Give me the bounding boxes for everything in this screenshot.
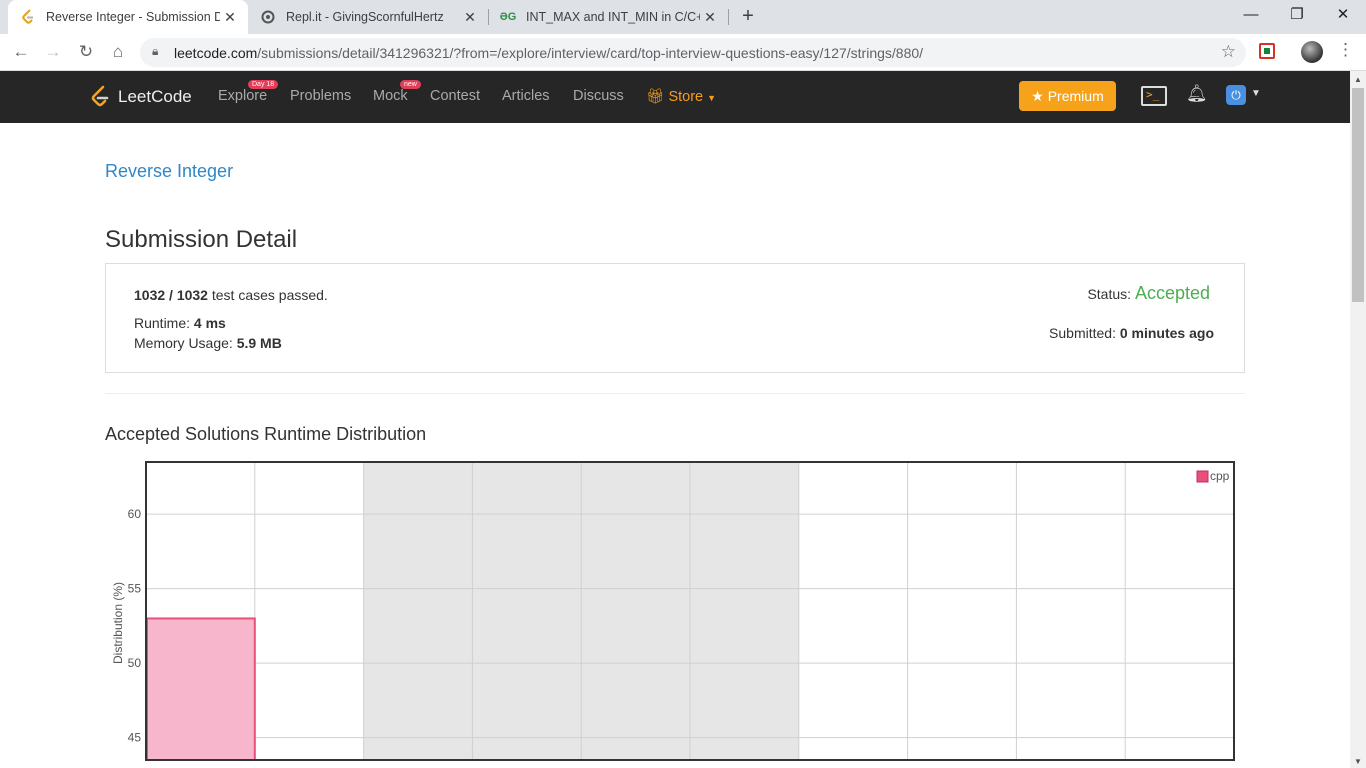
legend-label: cpp xyxy=(1210,469,1230,483)
runtime-row: Runtime: 4 ms xyxy=(134,315,226,331)
section-divider xyxy=(105,393,1245,394)
status-value: Accepted xyxy=(1134,283,1210,303)
nav-problems[interactable]: Problems xyxy=(290,88,351,104)
leetcode-logo[interactable]: LeetCode xyxy=(90,85,192,109)
premium-label: Premium xyxy=(1047,88,1104,104)
url-domain: leetcode.com xyxy=(174,45,258,61)
shaded-column xyxy=(363,462,473,760)
submitted-label: Submitted: xyxy=(1049,325,1116,341)
leetcode-icon xyxy=(20,9,36,25)
gift-icon: 🎁︎ xyxy=(646,89,665,105)
gfg-icon: ƏG xyxy=(499,11,517,23)
shaded-column xyxy=(581,462,690,760)
page-scrollbar[interactable]: ▲ ▼ xyxy=(1350,71,1366,768)
tab-title: Reverse Integer - Submission Det xyxy=(46,10,220,24)
status-label: Status: xyxy=(1087,286,1132,302)
nav-mock-label: Mock xyxy=(373,88,408,104)
close-tab-icon[interactable]: ✕ xyxy=(220,9,240,26)
submitted-row: Submitted: 0 minutes ago xyxy=(1049,325,1214,341)
passed-count: 1032 xyxy=(134,287,166,303)
lock-icon: 🔒︎ xyxy=(152,44,159,58)
problem-link[interactable]: Reverse Integer xyxy=(105,161,233,182)
url-path: /submissions/detail/341296321/?from=/exp… xyxy=(257,45,924,61)
back-icon[interactable]: ← xyxy=(9,40,33,64)
test-cases-summary: 1032 / 1032 test cases passed. xyxy=(134,287,328,303)
status-row: Status: Accepted xyxy=(1087,283,1210,304)
passed-suffix: test cases passed. xyxy=(211,287,328,303)
home-icon[interactable]: ⌂ xyxy=(106,40,130,64)
nav-store[interactable]: 🎁︎ Store ▼ xyxy=(646,88,716,105)
new-tab-icon[interactable]: + xyxy=(737,5,759,29)
scrollbar-thumb[interactable] xyxy=(1352,88,1364,302)
browser-tab[interactable]: ƏG INT_MAX and INT_MIN in C/C++ ✕ xyxy=(488,0,728,34)
close-tab-icon[interactable]: ✕ xyxy=(460,9,480,26)
notification-bell-icon[interactable]: 🔔︎ xyxy=(1186,84,1208,104)
submission-detail-box: 1032 / 1032 test cases passed. Runtime: … xyxy=(105,263,1245,373)
tab-separator xyxy=(728,9,729,25)
y-tick-label: 50 xyxy=(128,656,142,670)
replit-icon xyxy=(260,9,276,25)
browser-tab[interactable]: Repl.it - GivingScornfulHertz ✕ xyxy=(248,0,488,34)
nav-store-label: Store xyxy=(668,89,704,105)
memory-label: Memory Usage: xyxy=(134,335,233,351)
scroll-up-icon[interactable]: ▲ xyxy=(1354,75,1362,84)
tab-title: INT_MAX and INT_MIN in C/C++ xyxy=(526,10,700,24)
shaded-column xyxy=(472,462,582,760)
menu-kebab-icon[interactable]: ⋮ xyxy=(1337,40,1354,60)
profile-avatar[interactable] xyxy=(1301,41,1323,63)
reload-icon[interactable]: ↻ xyxy=(74,40,98,64)
extension-icon[interactable] xyxy=(1259,43,1275,59)
close-tab-icon[interactable]: ✕ xyxy=(700,9,720,26)
y-tick-label: 55 xyxy=(128,582,142,596)
star-icon: ★ xyxy=(1031,88,1044,104)
caret-down-icon: ▼ xyxy=(707,93,717,103)
bar-cpp xyxy=(146,617,256,761)
nav-mock[interactable]: Mock new xyxy=(373,80,421,104)
y-tick-label: 45 xyxy=(128,731,142,745)
browser-toolbar: ← → ↻ ⌂ 🔒︎ leetcode.com/submissions/deta… xyxy=(0,34,1366,71)
y-axis-label: Distribution (%) xyxy=(111,582,125,664)
nav-contest[interactable]: Contest xyxy=(430,88,480,104)
runtime-distribution-chart: 45 50 55 60 Distribution (%) cpp xyxy=(111,461,1235,761)
premium-button[interactable]: ★ Premium xyxy=(1019,81,1116,111)
mock-badge: new xyxy=(400,80,421,89)
browser-tab-active[interactable]: Reverse Integer - Submission Det ✕ xyxy=(8,0,248,34)
memory-row: Memory Usage: 5.9 MB xyxy=(134,335,282,351)
memory-value: 5.9 MB xyxy=(236,335,282,351)
nav-explore[interactable]: Explore Day 18 xyxy=(218,80,279,104)
page-title: Submission Detail xyxy=(105,226,298,253)
leetcode-logo-icon xyxy=(90,85,110,109)
user-power-icon[interactable]: ⏻ xyxy=(1226,85,1246,105)
site-navbar: LeetCode Explore Day 18 Problems Mock ne… xyxy=(0,71,1350,123)
nav-discuss[interactable]: Discuss xyxy=(573,88,624,104)
runtime-value: 4 ms xyxy=(193,315,226,331)
user-menu-caret-icon[interactable]: ▼ xyxy=(1251,88,1261,99)
forward-icon[interactable]: → xyxy=(41,40,65,64)
url-text[interactable]: leetcode.com/submissions/detail/34129632… xyxy=(174,45,923,61)
scroll-down-icon[interactable]: ▼ xyxy=(1354,757,1362,766)
browser-tab-bar: Reverse Integer - Submission Det ✕ Repl.… xyxy=(0,0,1366,34)
close-window-icon[interactable]: ✕ xyxy=(1320,0,1366,34)
tab-title: Repl.it - GivingScornfulHertz xyxy=(286,10,444,24)
legend-swatch xyxy=(1196,470,1209,483)
y-tick-label: 60 xyxy=(128,507,142,521)
explore-badge: Day 18 xyxy=(248,80,279,89)
brand-name: LeetCode xyxy=(118,87,192,106)
nav-articles[interactable]: Articles xyxy=(502,88,550,104)
minimize-icon[interactable]: — xyxy=(1228,0,1274,34)
playground-terminal-icon[interactable]: >_ xyxy=(1141,86,1167,106)
runtime-label: Runtime: xyxy=(134,315,191,331)
restore-icon[interactable]: ❐ xyxy=(1274,0,1320,34)
total-count: 1032 xyxy=(176,287,208,303)
bookmark-star-icon[interactable]: ☆ xyxy=(1221,42,1236,62)
submitted-value: 0 minutes ago xyxy=(1119,325,1214,341)
nav-explore-label: Explore xyxy=(218,88,268,104)
address-bar[interactable]: 🔒︎ leetcode.com/submissions/detail/34129… xyxy=(140,38,1246,67)
chart-section-title: Accepted Solutions Runtime Distribution xyxy=(105,424,427,444)
shaded-column xyxy=(690,462,799,760)
